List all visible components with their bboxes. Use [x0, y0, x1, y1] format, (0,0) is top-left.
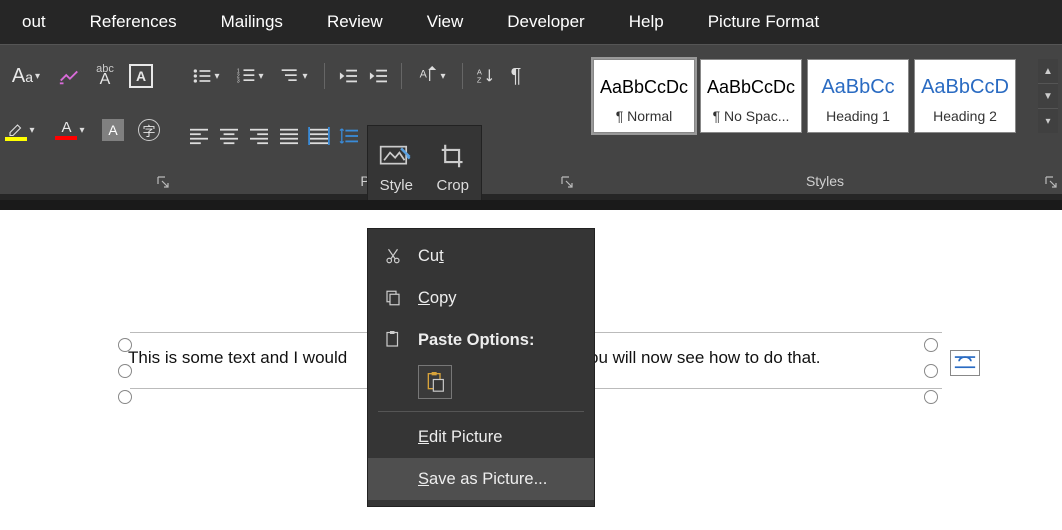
align-right-button[interactable]	[246, 123, 272, 149]
ctx-copy[interactable]: Copy	[368, 277, 594, 319]
styles-scrollbar[interactable]: ▲ ▼ ▾	[1038, 59, 1058, 133]
svg-text:3: 3	[237, 79, 240, 85]
separator	[462, 63, 463, 89]
selection-handles-left[interactable]	[118, 326, 134, 416]
layout-options-button[interactable]	[950, 350, 980, 376]
paste-keep-source-button[interactable]	[418, 365, 452, 399]
style-heading-1[interactable]: AaBbCc Heading 1	[807, 59, 909, 133]
styles-scroll-down-icon[interactable]: ▼	[1038, 84, 1058, 109]
sort-button[interactable]: AZ	[473, 63, 499, 89]
svg-text:Z: Z	[477, 76, 482, 85]
separator	[401, 63, 402, 89]
ctx-cut-label: Cut	[418, 247, 444, 266]
bullets-button[interactable]: ▾	[186, 63, 226, 89]
justify-button[interactable]	[276, 123, 302, 149]
multilevel-list-button[interactable]: ▾	[274, 63, 314, 89]
clear-formatting-button[interactable]	[56, 63, 82, 89]
show-marks-button[interactable]: ¶	[503, 63, 529, 89]
ribbon-tabstrip: out References Mailings Review View Deve…	[0, 0, 1062, 44]
style-normal[interactable]: AaBbCcDc ¶ Normal	[593, 59, 695, 133]
ctx-cut[interactable]: Cut	[368, 235, 594, 277]
styles-group-launcher-icon[interactable]	[1044, 175, 1058, 189]
crop-label: Crop	[436, 177, 469, 194]
blank-icon	[382, 468, 404, 490]
distributed-button[interactable]	[306, 123, 332, 149]
tab-references[interactable]: References	[68, 0, 199, 44]
increase-indent-button[interactable]	[365, 63, 391, 89]
context-menu: Cut Copy Paste Options: Edit Picture Sav…	[367, 228, 595, 507]
font-group-launcher-icon[interactable]	[156, 175, 170, 189]
picture-style-label: Style	[380, 177, 413, 194]
tab-mailings[interactable]: Mailings	[199, 0, 305, 44]
character-border-button[interactable]: A	[128, 63, 154, 89]
ctx-save-as-picture[interactable]: Save as Picture...	[368, 458, 594, 500]
tab-help[interactable]: Help	[607, 0, 686, 44]
blank-icon	[382, 426, 404, 448]
styles-group-label: Styles	[588, 173, 1062, 189]
decrease-indent-button[interactable]	[335, 63, 361, 89]
enclose-characters-button[interactable]: 字	[136, 117, 162, 143]
change-case-button[interactable]: Aa▾	[6, 63, 46, 89]
ribbon-group-font: Aa▾ abc A A ▾ A	[0, 45, 174, 195]
tab-developer[interactable]: Developer	[485, 0, 607, 44]
picture-style-button[interactable]: Style	[368, 126, 425, 202]
numbering-button[interactable]: 123▾	[230, 63, 270, 89]
font-color-button[interactable]: A ▾	[50, 117, 90, 143]
picture-mini-toolbar: Style Crop	[367, 125, 482, 203]
copy-icon	[382, 287, 404, 309]
paste-icon	[382, 329, 404, 351]
svg-text:A: A	[420, 69, 428, 81]
paragraph-group-launcher-icon[interactable]	[560, 175, 574, 189]
tab-picture-format[interactable]: Picture Format	[686, 0, 841, 44]
ctx-edit-picture-label: Edit Picture	[418, 428, 502, 447]
styles-gallery: AaBbCcDc ¶ Normal AaBbCcDc ¶ No Spac... …	[593, 59, 1016, 133]
tab-view[interactable]: View	[405, 0, 486, 44]
style-heading-2[interactable]: AaBbCcD Heading 2	[914, 59, 1016, 133]
ribbon-group-styles: AaBbCcDc ¶ Normal AaBbCcDc ¶ No Spac... …	[588, 45, 1062, 195]
cut-icon	[382, 245, 404, 267]
align-center-button[interactable]	[216, 123, 242, 149]
styles-expand-icon[interactable]: ▾	[1038, 109, 1058, 133]
selection-handles-right[interactable]	[924, 326, 940, 416]
style-no-spacing[interactable]: AaBbCcDc ¶ No Spac...	[700, 59, 802, 133]
tab-review[interactable]: Review	[305, 0, 405, 44]
separator	[324, 63, 325, 89]
text-direction-button[interactable]: A▾	[412, 63, 452, 89]
phonetic-guide-button[interactable]: abc A	[92, 63, 118, 89]
ctx-save-as-picture-label: Save as Picture...	[418, 470, 547, 489]
align-left-button[interactable]	[186, 123, 212, 149]
styles-scroll-up-icon[interactable]: ▲	[1038, 59, 1058, 84]
ctx-separator	[378, 411, 584, 412]
ctx-paste-options-row	[368, 361, 594, 407]
crop-button[interactable]: Crop	[425, 126, 482, 202]
ctx-paste-options-label: Paste Options:	[418, 331, 534, 350]
tab-layout[interactable]: out	[0, 0, 68, 44]
ribbon: Aa▾ abc A A ▾ A	[0, 44, 1062, 194]
line-spacing-button[interactable]	[336, 123, 362, 149]
highlight-color-button[interactable]: ▾	[0, 117, 40, 143]
character-shading-button[interactable]: A	[100, 117, 126, 143]
ctx-edit-picture[interactable]: Edit Picture	[368, 416, 594, 458]
ctx-copy-label: Copy	[418, 289, 457, 308]
ctx-paste-options-header: Paste Options:	[368, 319, 594, 361]
